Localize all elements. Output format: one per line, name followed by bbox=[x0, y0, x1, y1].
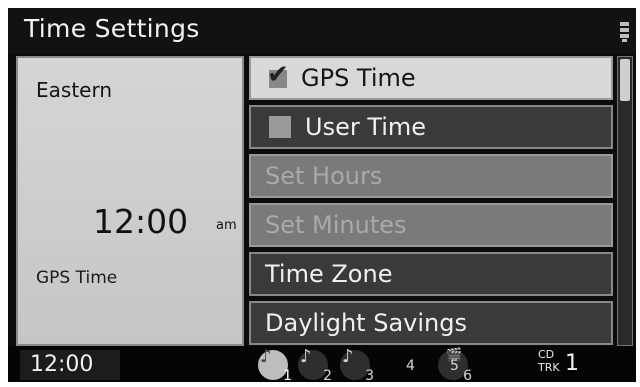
time-source-label: GPS Time bbox=[36, 268, 118, 288]
menu-item-time-zone[interactable]: Time Zone bbox=[249, 252, 613, 296]
disc-slot-5[interactable]: 5 bbox=[450, 358, 459, 374]
menu-item-user-time[interactable]: User Time bbox=[249, 105, 613, 149]
source-cd-label: CD bbox=[538, 348, 555, 361]
menu-item-label: Time Zone bbox=[265, 260, 393, 288]
current-time: 12:00 bbox=[93, 202, 189, 241]
music-disc-icon: ♪ bbox=[342, 346, 354, 367]
disc-slot-4[interactable]: 4 bbox=[406, 358, 415, 374]
page-title: Time Settings bbox=[24, 14, 200, 43]
menu-item-label: Daylight Savings bbox=[265, 309, 467, 337]
disc-changer: ♪ 1 ♪ 2 ♪ 3 4 🎬 6 5 bbox=[248, 346, 518, 384]
menu-scrollbar[interactable] bbox=[617, 56, 633, 346]
menu-item-daylight-savings[interactable]: Daylight Savings bbox=[249, 301, 613, 345]
checkmark-icon: ✔ bbox=[267, 60, 289, 90]
status-clock: 12:00 bbox=[20, 350, 120, 380]
time-info-panel: Eastern 12:00 am GPS Time bbox=[16, 56, 244, 346]
am-pm-indicator: am bbox=[216, 218, 237, 233]
scrollbar-thumb[interactable] bbox=[620, 59, 630, 101]
menu-item-gps-time[interactable]: ✔ GPS Time bbox=[249, 56, 613, 100]
menu-item-set-hours: Set Hours bbox=[249, 154, 613, 198]
status-bar: 12:00 ♪ 1 ♪ 2 ♪ 3 4 🎬 6 5 CD TRK 1 bbox=[8, 346, 636, 384]
disc-slot-number: 3 bbox=[365, 368, 374, 384]
menu-item-set-minutes: Set Minutes bbox=[249, 203, 613, 247]
menu-item-label: GPS Time bbox=[301, 64, 416, 92]
disc-slot-number: 2 bbox=[323, 368, 332, 384]
disc-slot-number: 1 bbox=[283, 368, 292, 384]
title-bar: Time Settings bbox=[8, 8, 636, 54]
menu-item-label: Set Hours bbox=[265, 162, 383, 190]
source-trk-label: TRK bbox=[538, 361, 560, 374]
music-disc-icon: ♪ bbox=[300, 346, 312, 367]
disc-slot-number: 6 bbox=[463, 368, 472, 384]
music-disc-icon: ♪ bbox=[260, 346, 272, 367]
phone-signal-icon bbox=[619, 21, 630, 43]
settings-menu: ✔ GPS Time User Time Set Hours Set Minut… bbox=[249, 56, 613, 346]
time-zone-label: Eastern bbox=[36, 78, 113, 102]
disc-slot-1[interactable]: ♪ 1 bbox=[258, 346, 292, 384]
display-screen: Time Settings Eastern 12:00 am GPS Time … bbox=[8, 8, 636, 384]
track-number: 1 bbox=[565, 351, 579, 376]
menu-item-label: User Time bbox=[305, 113, 427, 141]
source-indicator: CD TRK 1 bbox=[538, 349, 598, 379]
menu-item-label: Set Minutes bbox=[265, 211, 407, 239]
checkbox-empty-icon bbox=[269, 116, 291, 138]
disc-slot-2[interactable]: ♪ 2 bbox=[298, 346, 332, 384]
disc-slot-3[interactable]: ♪ 3 bbox=[340, 346, 374, 384]
